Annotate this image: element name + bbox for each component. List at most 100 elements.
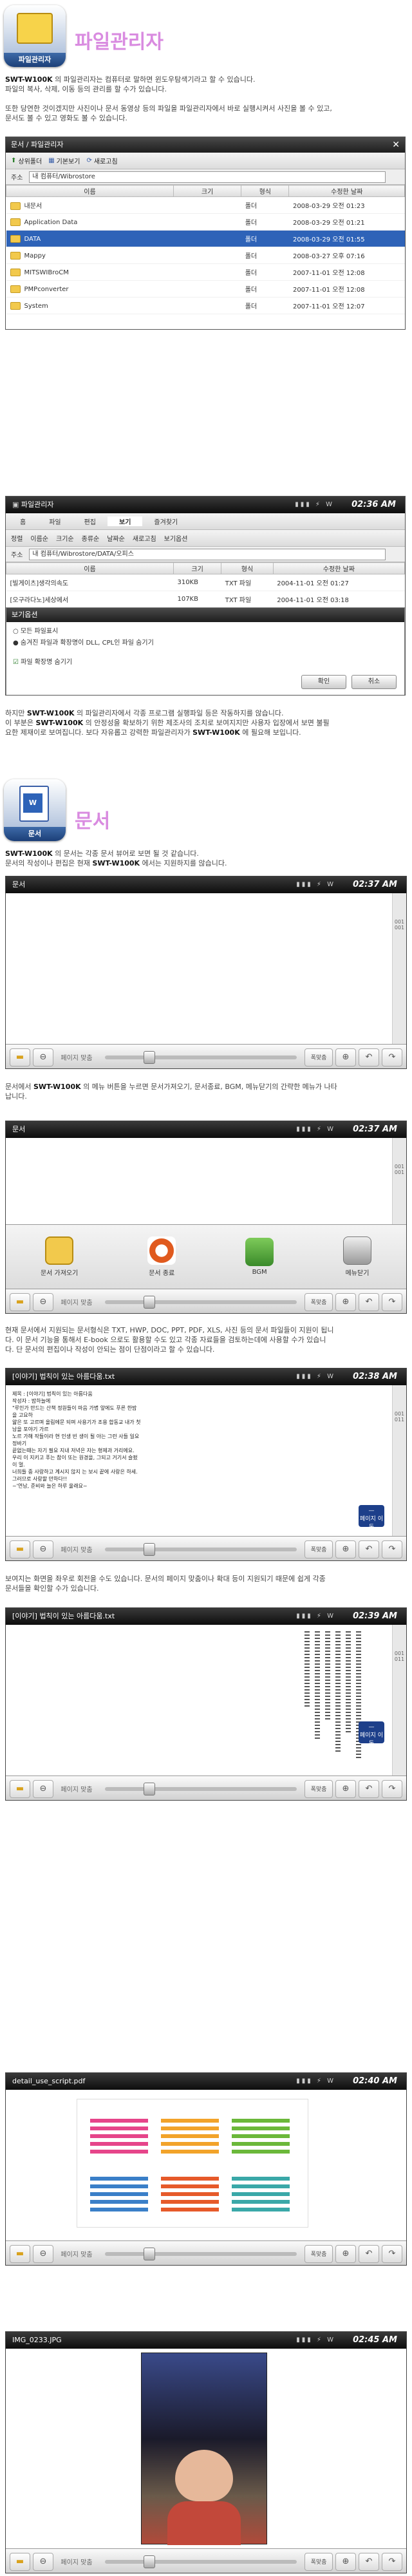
table-row[interactable]: Mappy 폴더 2008-03-27 오후 07:16: [6, 247, 405, 264]
rotate-right-icon[interactable]: ↷: [382, 1779, 402, 1798]
fit-width-button[interactable]: 폭맞춤: [304, 2552, 333, 2571]
bgm-button[interactable]: BGM: [245, 1238, 274, 1276]
default-view-button[interactable]: ▦ 기본보기: [48, 156, 80, 166]
cancel-button[interactable]: 취소: [351, 675, 397, 689]
slider-handle[interactable]: [143, 1295, 155, 1309]
zoom-in-icon[interactable]: ⊕: [335, 2552, 356, 2571]
table-row[interactable]: System 폴더 2007-11-01 오전 12:07: [6, 297, 405, 314]
image-area[interactable]: [6, 2349, 406, 2548]
folder-icon[interactable]: ▬: [10, 2244, 30, 2263]
document-area[interactable]: 001 001 문서 가져오기 문서 종료 BGM 메뉴닫기: [6, 1138, 406, 1289]
page-move-button[interactable]: — 페이지 이동: [359, 1721, 384, 1747]
rotate-right-icon[interactable]: ↷: [382, 2552, 402, 2571]
col-name[interactable]: 이름: [6, 562, 174, 574]
table-row[interactable]: [오구라다노]세상에서 107KB TXT 파일 2004-11-01 오전 03:1…: [6, 591, 405, 608]
fit-width-button[interactable]: 폭맞춤: [304, 1779, 333, 1798]
col-type[interactable]: 형식: [221, 562, 274, 574]
tab-favorites[interactable]: 즐겨찾기: [142, 516, 189, 526]
col-size[interactable]: 크기: [173, 185, 242, 197]
address-input[interactable]: 내 컴퓨터/Wibrostore/DATA/오피스: [29, 548, 386, 560]
folder-icon[interactable]: ▬: [10, 1779, 30, 1798]
col-date[interactable]: 수정한 날짜: [272, 562, 405, 574]
rotate-left-icon[interactable]: ↶: [359, 1048, 379, 1066]
address-input[interactable]: 내 컴퓨터/Wibrostore: [29, 171, 386, 183]
rotate-right-icon[interactable]: ↷: [382, 1048, 402, 1066]
slider-handle[interactable]: [143, 1782, 155, 1795]
fit-width-button[interactable]: 폭맞춤: [304, 1540, 333, 1558]
sort-size-button[interactable]: 크기순: [56, 533, 74, 543]
table-row[interactable]: [빌게이츠]생각의속도 310KB TXT 파일 2004-11-01 오전 01:2…: [6, 574, 405, 591]
refresh-button[interactable]: 새로고침: [133, 533, 156, 543]
folder-icon[interactable]: ▬: [10, 2552, 30, 2571]
refresh-button[interactable]: ⟳ 새로고침: [86, 156, 117, 166]
zoom-in-icon[interactable]: ⊕: [335, 1779, 356, 1798]
rotate-right-icon[interactable]: ↷: [382, 1293, 402, 1311]
page-indicator[interactable]: 001 011: [392, 1385, 406, 1536]
col-name[interactable]: 이름: [6, 185, 174, 197]
col-size[interactable]: 크기: [173, 562, 222, 574]
document-area[interactable]: [6, 2090, 406, 2240]
rotate-left-icon[interactable]: ↶: [359, 1293, 379, 1311]
table-row[interactable]: Application Data 폴더 2008-03-29 오전 01:21: [6, 213, 405, 231]
slider-handle[interactable]: [143, 1050, 155, 1064]
rotate-left-icon[interactable]: ↶: [359, 1540, 379, 1558]
zoom-out-icon[interactable]: ⊖: [33, 2244, 53, 2263]
close-menu-button[interactable]: 메뉴닫기: [343, 1236, 371, 1277]
page-slider[interactable]: [105, 1542, 297, 1556]
tab-home[interactable]: 홈: [8, 516, 37, 526]
tab-edit[interactable]: 편집: [73, 516, 108, 526]
page-slider[interactable]: [105, 2247, 297, 2260]
page-indicator[interactable]: 001 001: [392, 893, 406, 1044]
table-row-selected[interactable]: DATA 폴더 2008-03-29 오전 01:55: [6, 230, 405, 247]
zoom-out-icon[interactable]: ⊖: [33, 2552, 53, 2571]
zoom-out-icon[interactable]: ⊖: [33, 1048, 53, 1066]
document-area[interactable]: 제목 : [이야기] 법칙이 있는 아름다움 작성자 : 밤하늘에 "루인가 만드는…: [6, 1385, 406, 1536]
folder-icon[interactable]: ▬: [10, 1048, 30, 1066]
fit-width-button[interactable]: 폭맞춤: [304, 1293, 333, 1311]
page-slider[interactable]: [105, 2555, 297, 2568]
table-row[interactable]: PMPconverter 폴더 2007-11-01 오전 12:08: [6, 280, 405, 298]
zoom-in-icon[interactable]: ⊕: [335, 1540, 356, 1558]
page-move-button[interactable]: — 페이지 이동: [359, 1505, 384, 1531]
tab-view[interactable]: 보기: [108, 516, 143, 526]
rotate-right-icon[interactable]: ↷: [382, 2244, 402, 2263]
page-slider[interactable]: [105, 1050, 297, 1064]
sort-name-button[interactable]: 이름순: [30, 533, 48, 543]
rotate-right-icon[interactable]: ↷: [382, 1540, 402, 1558]
slider-handle[interactable]: [143, 1542, 155, 1556]
slider-handle[interactable]: [143, 2555, 155, 2568]
document-area[interactable]: 001 001: [6, 893, 406, 1044]
option-hide-system[interactable]: ● 숨겨진 파일과 확장명이 DLL, CPL인 파일 숨기기: [13, 638, 398, 649]
page-slider[interactable]: [105, 1782, 297, 1795]
tab-file[interactable]: 파일: [37, 516, 72, 526]
table-row[interactable]: 내문서 폴더 2008-03-29 오전 01:23: [6, 196, 405, 214]
slider-handle[interactable]: [143, 2247, 155, 2260]
view-options-button[interactable]: 보기옵션: [164, 533, 188, 543]
fit-width-button[interactable]: 폭맞춤: [304, 1048, 333, 1066]
option-hide-extensions[interactable]: ☑ 파일 확장명 숨기기: [13, 657, 398, 668]
page-slider[interactable]: [105, 1295, 297, 1309]
zoom-out-icon[interactable]: ⊖: [33, 1540, 53, 1558]
up-folder-button[interactable]: ⬆ 상위폴더: [11, 156, 42, 166]
zoom-in-icon[interactable]: ⊕: [335, 2244, 356, 2263]
fit-width-button[interactable]: 폭맞춤: [304, 2244, 333, 2263]
folder-icon[interactable]: ▬: [10, 1540, 30, 1558]
close-document-button[interactable]: 문서 종료: [147, 1236, 176, 1277]
zoom-out-icon[interactable]: ⊖: [33, 1293, 53, 1311]
table-row[interactable]: MITSWIBroCM 폴더 2007-11-01 오전 12:08: [6, 263, 405, 281]
close-icon[interactable]: ✕: [392, 137, 400, 153]
rotate-left-icon[interactable]: ↶: [359, 1779, 379, 1798]
col-date[interactable]: 수정한 날짜: [288, 185, 405, 197]
zoom-out-icon[interactable]: ⊖: [33, 1779, 53, 1798]
option-show-all[interactable]: ○ 모든 파일표시: [13, 626, 398, 638]
import-document-button[interactable]: 문서 가져오기: [41, 1236, 78, 1277]
ok-button[interactable]: 확인: [301, 675, 346, 689]
zoom-in-icon[interactable]: ⊕: [335, 1293, 356, 1311]
sort-type-button[interactable]: 종류순: [82, 533, 100, 543]
rotate-left-icon[interactable]: ↶: [359, 2552, 379, 2571]
zoom-in-icon[interactable]: ⊕: [335, 1048, 356, 1066]
col-type[interactable]: 형식: [241, 185, 290, 197]
rotate-left-icon[interactable]: ↶: [359, 2244, 379, 2263]
folder-icon[interactable]: ▬: [10, 1293, 30, 1311]
sort-date-button[interactable]: 날짜순: [107, 533, 125, 543]
